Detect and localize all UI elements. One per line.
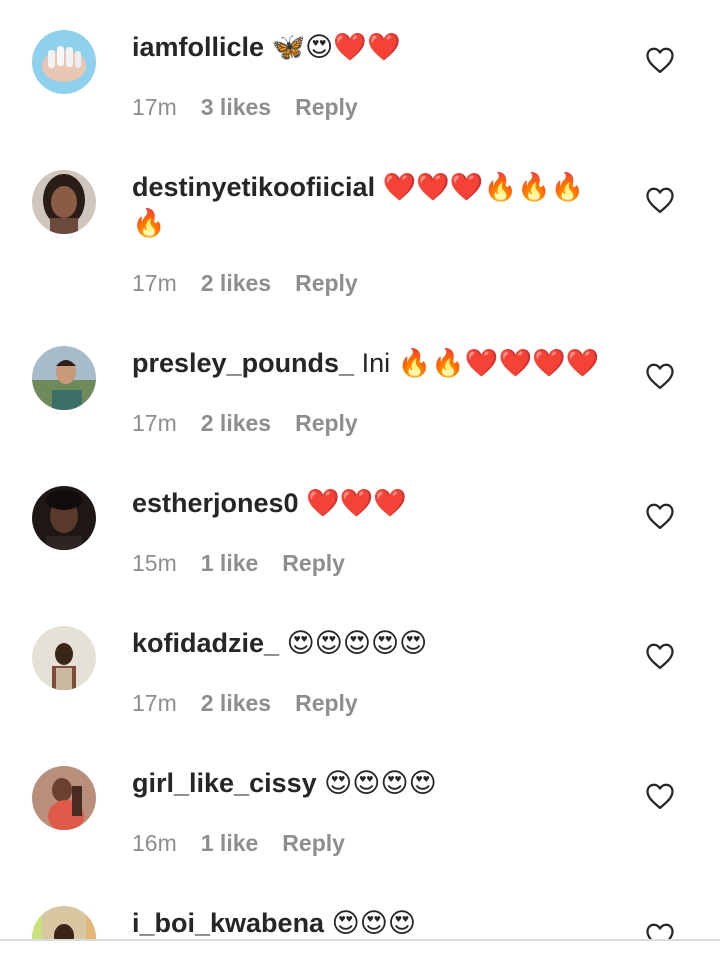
comment-text-line: i_boi_kwabena 😍😍😍 xyxy=(132,905,602,940)
divider xyxy=(0,939,720,941)
comment-item: i_boi_kwabena 😍😍😍 xyxy=(0,0,720,940)
comment-text: 😍😍😍 xyxy=(331,908,417,938)
heart-outline-icon[interactable] xyxy=(645,922,675,940)
avatar[interactable] xyxy=(32,906,96,940)
comment-username[interactable]: i_boi_kwabena xyxy=(132,908,324,938)
